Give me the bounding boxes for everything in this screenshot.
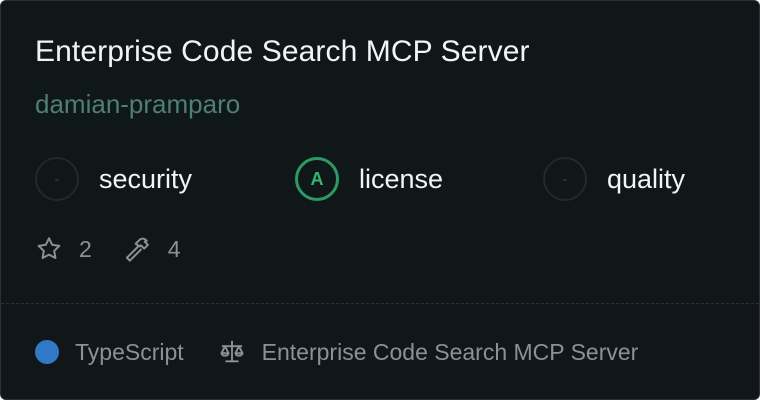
server-card[interactable]: Enterprise Code Search MCP Server damian… <box>0 0 760 400</box>
card-footer: TypeScript Enterprise Code Search MCP Se… <box>1 304 759 399</box>
quality-grade-badge: - <box>543 157 587 201</box>
license-grade-badge: A <box>295 157 339 201</box>
tools-count: 4 <box>167 235 181 262</box>
score-license[interactable]: A license <box>295 155 443 203</box>
tools-stat: 4 <box>124 235 181 263</box>
license-label: license <box>359 163 444 194</box>
security-label: security <box>99 163 193 194</box>
author-link[interactable]: damian-pramparo <box>35 89 240 120</box>
server-title[interactable]: Enterprise Code Search MCP Server <box>35 35 530 69</box>
security-grade-badge: - <box>35 157 79 201</box>
license-name: Enterprise Code Search MCP Server <box>261 338 639 365</box>
stats-row: 2 4 <box>35 231 213 267</box>
hammer-icon <box>124 235 152 263</box>
score-security[interactable]: - security <box>35 155 192 203</box>
score-quality[interactable]: - quality <box>543 155 685 203</box>
stars-stat: 2 <box>35 235 92 263</box>
language-name: TypeScript <box>75 338 184 365</box>
stars-count: 2 <box>79 235 92 262</box>
scale-icon <box>218 338 246 366</box>
star-icon <box>35 235 63 263</box>
quality-label: quality <box>607 163 686 194</box>
language-color-dot <box>35 340 59 364</box>
